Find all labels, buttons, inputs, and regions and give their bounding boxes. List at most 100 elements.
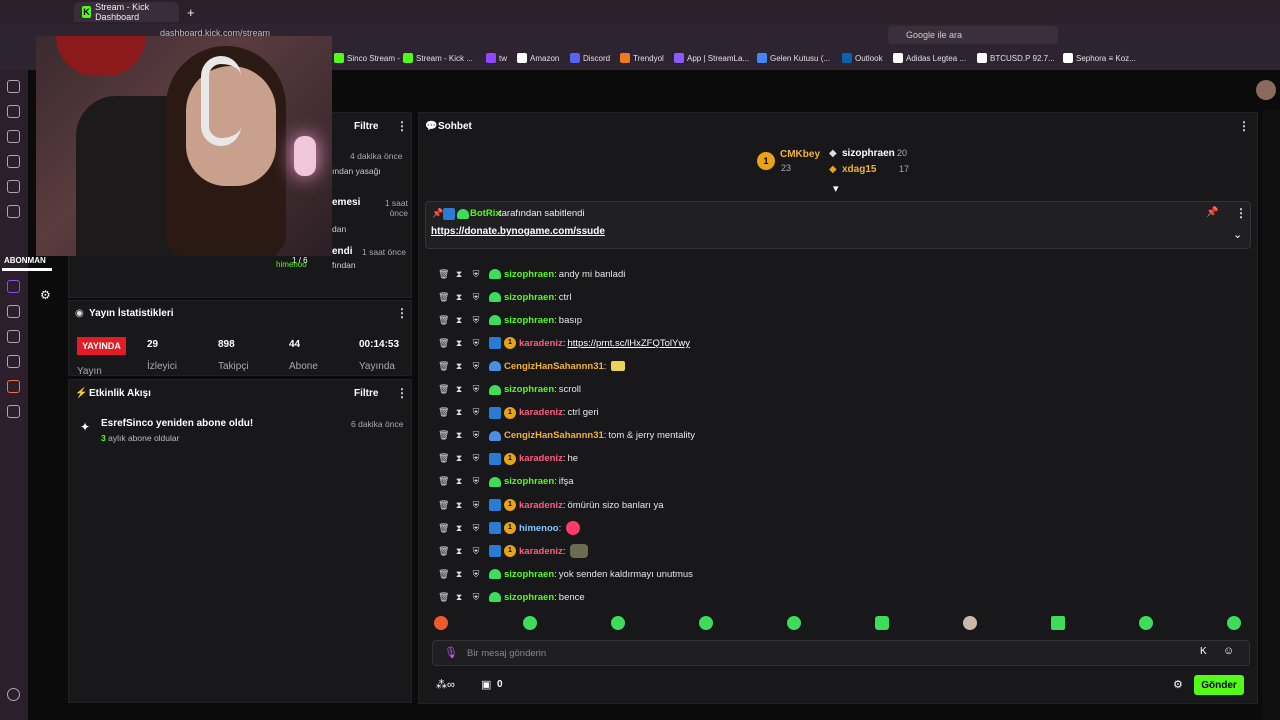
ban-icon[interactable]: ⛨ xyxy=(472,408,480,417)
chat-username[interactable]: sizophraen xyxy=(504,569,554,580)
avatar[interactable] xyxy=(1256,80,1276,100)
bookmark-item[interactable]: Discord xyxy=(570,53,610,63)
settings-icon[interactable] xyxy=(7,688,20,701)
ban-icon[interactable]: ⛨ xyxy=(472,477,480,486)
timeout-icon[interactable]: ⧗ xyxy=(455,592,463,602)
bookmark-item[interactable]: Outlook xyxy=(842,53,883,63)
delete-icon[interactable]: 🗑 xyxy=(438,431,449,440)
delete-icon[interactable]: 🗑 xyxy=(438,338,449,348)
timeout-icon[interactable]: ⧗ xyxy=(455,454,463,463)
tab-kick-dashboard[interactable]: K Stream - Kick Dashboard xyxy=(74,2,179,22)
timeout-icon[interactable]: ⧗ xyxy=(455,338,463,348)
bookmark-item[interactable]: Sephora ≡ Koz... xyxy=(1063,53,1136,63)
store-icon[interactable]: ▣ xyxy=(481,678,491,691)
filter-button[interactable]: Filtre xyxy=(354,388,378,399)
bookmark-item[interactable]: Gelen Kutusu (... xyxy=(757,53,830,63)
emote-icon[interactable] xyxy=(699,616,713,630)
chat-username[interactable]: sizophraen xyxy=(504,292,554,303)
bookmark-item[interactable]: Stream - Kick ... xyxy=(403,53,473,63)
timeout-icon[interactable]: ⧗ xyxy=(455,408,463,417)
emote-icon[interactable] xyxy=(787,616,801,630)
bookmark-item[interactable]: Sinco Stream - ... xyxy=(334,53,409,63)
emote-icon[interactable] xyxy=(1139,616,1153,630)
timeout-icon[interactable]: ⧗ xyxy=(455,523,463,533)
chat-username[interactable]: CengizHanSahannn31 xyxy=(504,361,604,372)
more-icon[interactable]: ⋮ xyxy=(396,386,408,400)
chat-message[interactable]: 🗑 ⧗ ⛨ 1 karadeniz: https://prnt.sc/lHxZFQTolY… xyxy=(438,335,690,351)
chat-message[interactable]: 🗑 ⧗ ⛨ sizophraen: ifşa xyxy=(438,474,574,490)
ban-icon[interactable]: ⛨ xyxy=(472,523,480,533)
leader-2-name[interactable]: sizophraen xyxy=(842,148,895,159)
chat-message[interactable]: 🗑 ⧗ ⛨ sizophraen: andy mi banladi xyxy=(438,266,625,282)
chat-username[interactable]: karadeniz xyxy=(519,546,563,557)
panel-app-icon[interactable] xyxy=(7,305,20,318)
twitch-icon[interactable] xyxy=(7,280,20,293)
delete-icon[interactable]: 🗑 xyxy=(438,269,449,279)
more-icon[interactable]: ⋮ xyxy=(396,119,408,133)
delete-icon[interactable]: 🗑 xyxy=(438,592,449,602)
ban-icon[interactable]: ⛨ xyxy=(472,431,480,440)
more-icon[interactable]: ⋮ xyxy=(1235,206,1247,220)
chat-username[interactable]: karadeniz xyxy=(519,407,563,418)
bookmark-icon[interactable] xyxy=(7,80,20,93)
send-button[interactable]: Gönder xyxy=(1194,675,1244,695)
delete-icon[interactable]: 🗑 xyxy=(438,477,449,486)
panel-app-icon[interactable] xyxy=(7,380,20,393)
emote-icon[interactable] xyxy=(875,616,889,630)
timeout-icon[interactable]: ⧗ xyxy=(455,292,463,302)
timeout-icon[interactable]: ⧗ xyxy=(455,269,463,279)
panel-app-icon[interactable] xyxy=(7,330,20,343)
chat-username[interactable]: sizophraen xyxy=(504,269,554,280)
more-icon[interactable]: ⋮ xyxy=(396,306,408,320)
delete-icon[interactable]: 🗑 xyxy=(438,454,449,463)
emote-icon[interactable] xyxy=(1227,616,1241,630)
emote-icon[interactable] xyxy=(611,616,625,630)
delete-icon[interactable]: 🗑 xyxy=(438,315,449,325)
filter-button[interactable]: Filtre xyxy=(354,121,378,132)
bookmark-item[interactable]: Adidas Legtea ... xyxy=(893,53,966,63)
delete-icon[interactable]: 🗑 xyxy=(438,361,449,371)
timeout-icon[interactable]: ⧗ xyxy=(455,361,463,371)
pinned-link[interactable]: https://donate.bynogame.com/ssude xyxy=(431,226,605,237)
collapse-icon[interactable]: ▾ xyxy=(833,182,839,195)
chat-message[interactable]: 🗑 ⧗ ⛨ 1 karadeniz: ctrl geri xyxy=(438,405,599,421)
chat-message[interactable]: 🗑 ⧗ ⛨ 1 himenoo: xyxy=(438,520,581,536)
chat-message[interactable]: 🗑 ⧗ ⛨ 1 karadeniz: he xyxy=(438,451,578,467)
chat-message[interactable]: 🗑 ⧗ ⛨ 1 karadeniz: ömürün sizo banları ya xyxy=(438,497,664,513)
ban-icon[interactable]: ⛨ xyxy=(472,385,480,394)
delete-icon[interactable]: 🗑 xyxy=(438,385,449,394)
notes-icon[interactable] xyxy=(7,180,20,193)
pinned-by[interactable]: BotRix xyxy=(470,208,501,219)
emoji-icon[interactable]: ☺ xyxy=(1223,645,1234,657)
bookmark-item[interactable]: Trendyol xyxy=(620,53,664,63)
gear-icon[interactable]: ⚙ xyxy=(40,288,51,302)
bookmark-item[interactable]: tw xyxy=(486,53,507,63)
chat-message[interactable]: 🗑 ⧗ ⛨ 1 karadeniz: xyxy=(438,543,589,559)
chat-username[interactable]: himenoo xyxy=(519,523,559,534)
search-input[interactable]: Google ile ara xyxy=(888,26,1058,44)
chevron-down-icon[interactable]: ⌄ xyxy=(1233,228,1242,241)
ban-icon[interactable]: ⛨ xyxy=(472,315,480,325)
timeout-icon[interactable]: ⧗ xyxy=(455,500,463,510)
panels-icon[interactable] xyxy=(7,205,20,218)
chat-input[interactable] xyxy=(432,640,1250,666)
mic-icon[interactable]: 🎙 xyxy=(444,646,458,659)
ban-icon[interactable]: ⛨ xyxy=(472,269,480,279)
leader-3-name[interactable]: xdag15 xyxy=(842,164,876,175)
emote-icon[interactable] xyxy=(523,616,537,630)
timeout-icon[interactable]: ⧗ xyxy=(455,431,463,440)
chat-username[interactable]: karadeniz xyxy=(519,500,563,511)
chat-message[interactable]: 🗑 ⧗ ⛨ CengizHanSahannn31: xyxy=(438,358,626,374)
unpin-icon[interactable]: 📌 xyxy=(1206,207,1218,218)
chat-text[interactable]: https://prnt.sc/lHxZFQTolYwy xyxy=(567,338,689,349)
chat-username[interactable]: sizophraen xyxy=(504,592,554,603)
emote-icon[interactable] xyxy=(963,616,977,630)
reading-list-icon[interactable] xyxy=(7,105,20,118)
chat-message[interactable]: 🗑 ⧗ ⛨ sizophraen: ctrl xyxy=(438,289,571,305)
emote-icon[interactable] xyxy=(1051,616,1065,630)
new-tab-button[interactable]: + xyxy=(179,2,203,22)
kick-emote-icon[interactable]: K xyxy=(1200,646,1207,657)
history-icon[interactable] xyxy=(7,155,20,168)
gear-icon[interactable]: ⚙ xyxy=(1173,678,1183,691)
delete-icon[interactable]: 🗑 xyxy=(438,292,449,302)
